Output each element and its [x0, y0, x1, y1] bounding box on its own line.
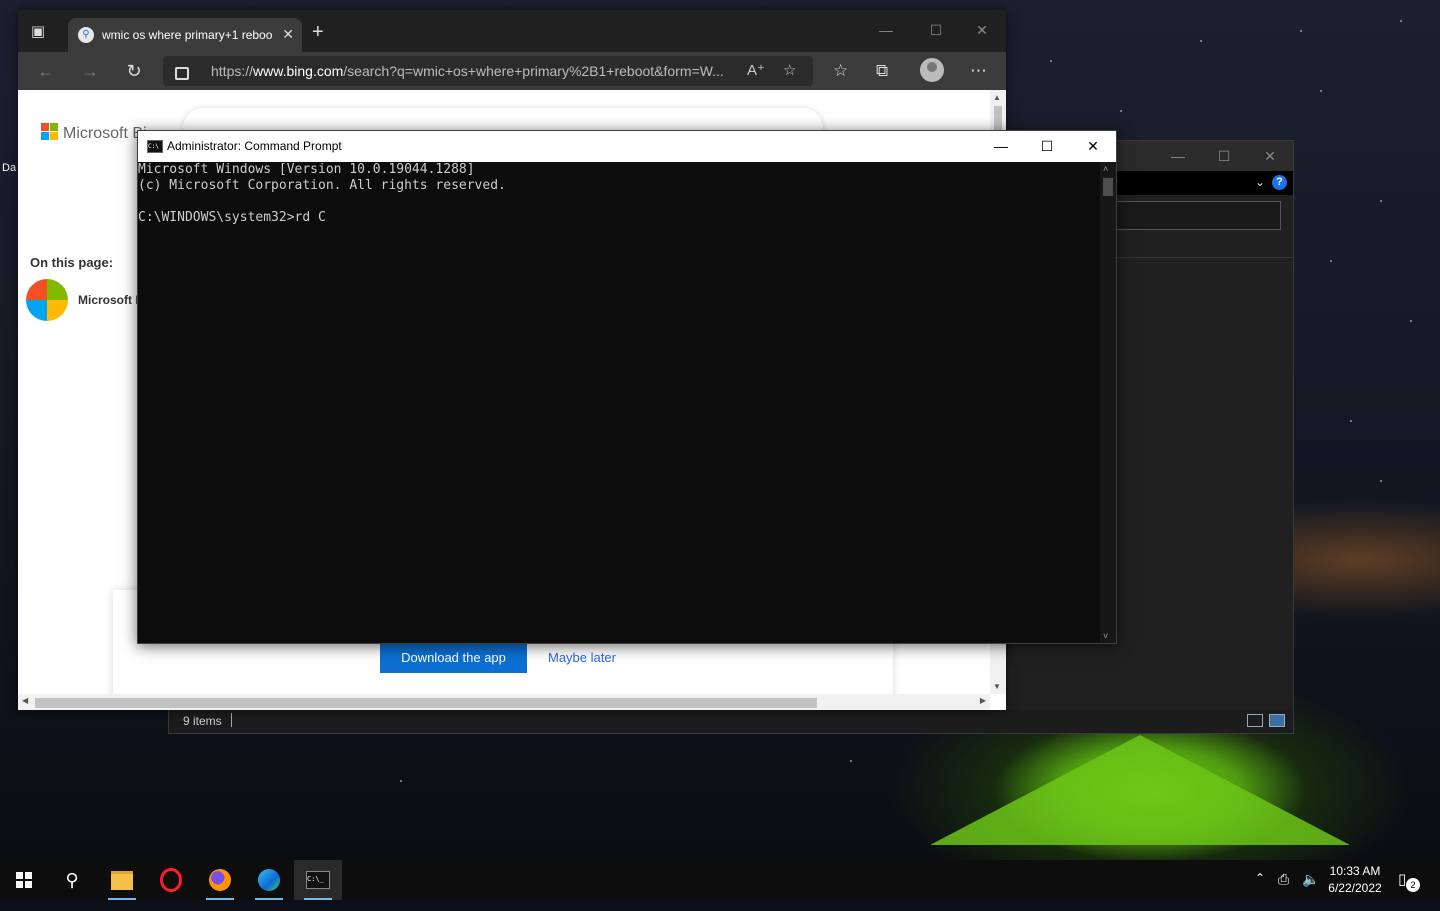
browser-toolbar: ← → ↻ https://www.bing.com/search?q=wmic… [18, 52, 1006, 90]
taskbar-edge[interactable] [245, 860, 293, 900]
scroll-thumb[interactable] [1103, 178, 1113, 196]
taskbar-opera[interactable] [147, 860, 195, 900]
taskbar-command-prompt[interactable]: C:\_ [294, 860, 342, 900]
maximize-button[interactable]: ☐ [1024, 131, 1070, 162]
tab-strip: ▣ ⚲ wmic os where primary+1 reboot ✕ + —… [18, 10, 1006, 52]
details-view-icon[interactable] [1247, 714, 1263, 727]
explorer-status-bar: 9 items [169, 709, 1293, 733]
url-text: https://www.bing.com/search?q=wmic+os+wh… [211, 63, 724, 79]
scroll-thumb[interactable] [35, 698, 817, 708]
status-separator [231, 713, 232, 727]
entity-label[interactable]: Microsoft D [78, 293, 144, 307]
profile-avatar[interactable] [920, 58, 944, 82]
lock-icon[interactable] [175, 67, 189, 80]
more-options-icon[interactable]: ⋯ [970, 61, 987, 81]
close-button[interactable]: ✕ [962, 22, 1002, 39]
start-icon [16, 872, 32, 888]
start-button[interactable] [0, 860, 48, 900]
scroll-left-icon[interactable]: ◀ [22, 696, 28, 705]
command-prompt-icon: C:\_ [306, 871, 330, 889]
console-output[interactable]: Microsoft Windows [Version 10.0.19044.12… [138, 162, 1100, 643]
tab-actions-icon[interactable]: ▣ [28, 22, 48, 42]
tab-title: wmic os where primary+1 reboot [102, 28, 272, 42]
scroll-down-icon[interactable]: ▼ [993, 682, 1001, 691]
edge-icon [258, 869, 280, 891]
browser-tab-active[interactable]: ⚲ wmic os where primary+1 reboot ✕ [68, 18, 302, 52]
scroll-down-icon[interactable]: ˅ [1103, 631, 1108, 641]
item-count: 9 items [183, 714, 222, 728]
console-prompt-line[interactable]: C:\WINDOWS\system32>rd C [138, 210, 1100, 226]
on-this-page-heading: On this page: [30, 255, 114, 270]
clock-date: 6/22/2022 [1328, 881, 1382, 895]
brand-text: Microsoft Bi [63, 125, 147, 142]
clock-time: 10:33 AM [1329, 864, 1381, 878]
search-icon: ⚲ [65, 869, 79, 890]
console-line: (c) Microsoft Corporation. All rights re… [138, 178, 506, 193]
scroll-up-icon[interactable]: ▲ [993, 93, 1001, 102]
chevron-down-icon[interactable]: ⌄ [1255, 175, 1265, 189]
back-button[interactable]: ← [31, 58, 61, 84]
close-tab-icon[interactable]: ✕ [282, 26, 294, 43]
network-icon[interactable]: ⎙ [1278, 871, 1289, 911]
explorer-search-input[interactable] [1114, 201, 1281, 230]
chevron-up-icon[interactable]: ⌃ [1255, 871, 1265, 911]
taskbar-firefox[interactable] [196, 860, 244, 900]
new-tab-button[interactable]: + [312, 22, 324, 42]
tent-illustration [930, 735, 1350, 845]
microsoft-bing-logo[interactable]: Microsoft Bi [41, 123, 147, 143]
cmd-scrollbar[interactable]: ˄ ˅ [1100, 162, 1116, 643]
divider [1114, 257, 1293, 258]
add-favorite-icon[interactable]: ☆ [783, 61, 796, 79]
notification-badge: 2 [1406, 878, 1420, 892]
help-icon[interactable]: ? [1272, 175, 1287, 190]
scroll-thumb[interactable] [994, 106, 1002, 130]
cmd-titlebar[interactable]: C:\ Administrator: Command Prompt — ☐ ✕ [138, 131, 1116, 162]
maximize-button[interactable]: ☐ [1201, 141, 1247, 171]
firefox-icon [209, 869, 231, 891]
console-line: Microsoft Windows [Version 10.0.19044.12… [138, 162, 475, 177]
search-button[interactable]: ⚲ [48, 860, 96, 900]
window-title: Administrator: Command Prompt [167, 139, 342, 153]
minimize-button[interactable]: — [978, 131, 1024, 162]
close-button[interactable]: ✕ [1070, 131, 1116, 162]
maybe-later-link[interactable]: Maybe later [548, 650, 616, 665]
command-prompt-icon: C:\ [147, 140, 163, 153]
large-icons-view-icon[interactable] [1269, 714, 1285, 727]
refresh-button[interactable]: ↻ [119, 58, 149, 84]
system-clock[interactable]: 10:33 AM 6/22/2022 [1322, 863, 1388, 897]
scroll-up-icon[interactable]: ˄ [1103, 164, 1108, 174]
download-app-button[interactable]: Download the app [380, 643, 527, 673]
address-bar[interactable]: https://www.bing.com/search?q=wmic+os+wh… [163, 56, 813, 86]
collections-icon[interactable]: ⧉ [876, 61, 888, 81]
bing-search-favicon-icon: ⚲ [78, 27, 94, 43]
favorites-icon[interactable]: ☆ [833, 61, 848, 81]
forward-button[interactable]: → [75, 58, 105, 84]
maximize-button[interactable]: ☐ [916, 22, 956, 39]
action-center-button[interactable]: ▯ 2 [1398, 870, 1420, 892]
taskbar-file-explorer[interactable] [98, 860, 146, 900]
opera-icon [160, 868, 182, 892]
microsoft-entity-logo-icon[interactable] [26, 279, 68, 321]
close-button[interactable]: ✕ [1247, 141, 1293, 171]
read-aloud-icon[interactable]: A⁺ [747, 61, 765, 79]
minimize-button[interactable]: — [1155, 141, 1201, 171]
command-prompt-window[interactable]: C:\ Administrator: Command Prompt — ☐ ✕ … [137, 130, 1117, 644]
microsoft-logo-icon [41, 123, 59, 141]
taskbar: ⚲ C:\_ ⌃ ⎙ 🔈 10:33 AM 6/22/2022 ▯ 2 [0, 860, 1440, 900]
scroll-right-icon[interactable]: ▶ [980, 696, 986, 705]
horizontal-scrollbar[interactable]: ◀ ▶ [18, 694, 990, 710]
file-explorer-icon [111, 870, 133, 890]
volume-icon[interactable]: 🔈 [1302, 871, 1319, 911]
minimize-button[interactable]: — [866, 22, 906, 38]
